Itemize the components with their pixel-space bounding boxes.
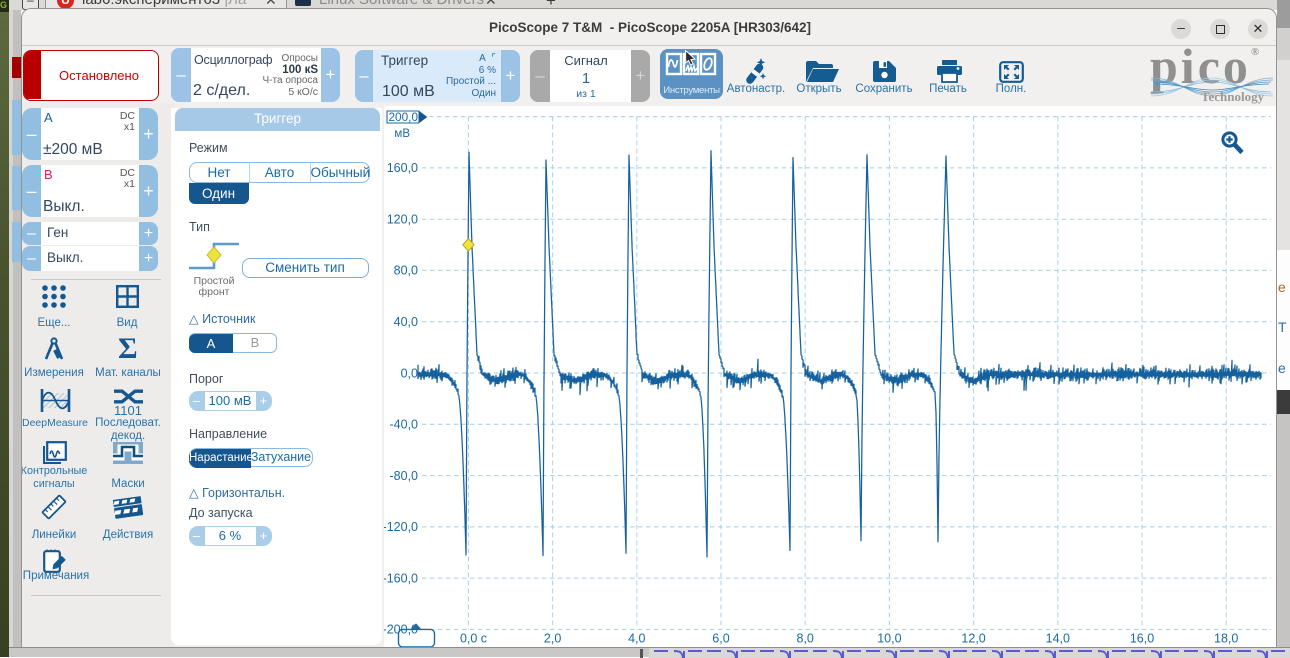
svg-text:14,0: 14,0 — [1046, 632, 1070, 646]
svg-text:0,0 с: 0,0 с — [460, 632, 487, 646]
svg-text:10,0: 10,0 — [877, 632, 901, 646]
svg-text:40,0: 40,0 — [394, 315, 418, 329]
svg-text:200,0: 200,0 — [389, 110, 419, 124]
svg-text:16,0: 16,0 — [1130, 632, 1154, 646]
svg-text:-80,0: -80,0 — [390, 469, 419, 483]
svg-text:-120,0: -120,0 — [384, 520, 418, 534]
svg-text:18,0: 18,0 — [1214, 632, 1238, 646]
svg-text:80,0: 80,0 — [394, 264, 418, 278]
svg-text:2,0: 2,0 — [544, 632, 561, 646]
svg-text:-40,0: -40,0 — [390, 418, 419, 432]
svg-text:4,0: 4,0 — [628, 632, 645, 646]
svg-text:120,0: 120,0 — [387, 213, 418, 227]
svg-text:мВ: мВ — [394, 128, 410, 140]
svg-text:160,0: 160,0 — [387, 161, 418, 175]
svg-text:6,0: 6,0 — [712, 632, 729, 646]
svg-text:12,0: 12,0 — [961, 632, 985, 646]
svg-text:8,0: 8,0 — [797, 632, 814, 646]
svg-text:0,0: 0,0 — [401, 366, 418, 380]
svg-text:-160,0: -160,0 — [384, 571, 418, 585]
